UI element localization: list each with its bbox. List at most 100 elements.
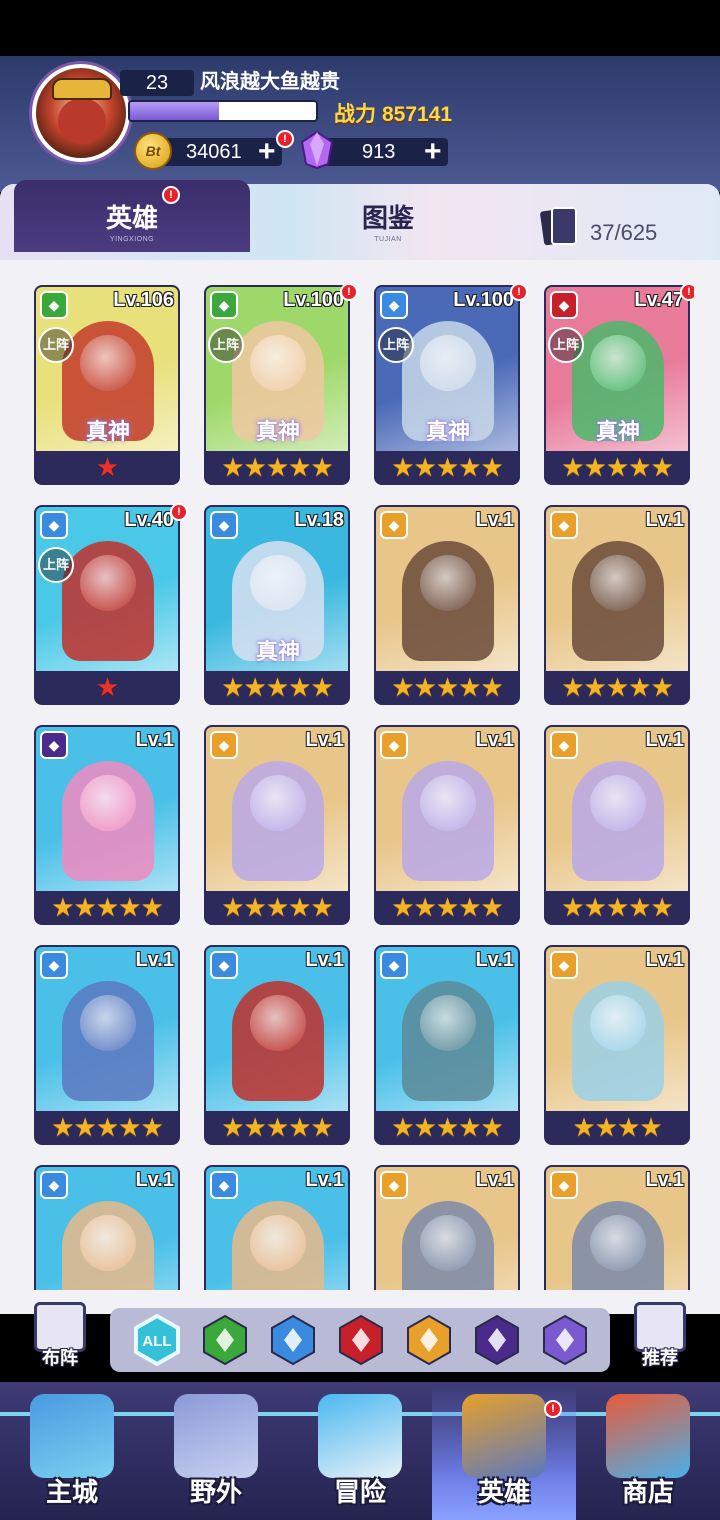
filter-blue-button[interactable] — [270, 1314, 316, 1366]
hero-stars: ★★★★★ — [206, 1111, 348, 1143]
star-icon: ★ — [605, 452, 629, 482]
nav-item-1[interactable]: 野外 — [144, 1384, 288, 1520]
hero-card[interactable]: ◆ Lv.100 上阵 真神 ★★★★★ — [374, 285, 520, 485]
nav-label: 主城 — [45, 1477, 98, 1507]
nav-icon — [318, 1394, 402, 1478]
star-icon: ★ — [458, 892, 481, 922]
hero-card[interactable]: ◆Lv.1★★★★★ — [34, 725, 180, 925]
hero-card[interactable]: ◆Lv.1★★★★★ — [204, 725, 350, 925]
hero-level: Lv.1 — [475, 949, 514, 971]
filter-orange-button[interactable] — [406, 1314, 452, 1366]
hero-alert-badge: ! — [340, 285, 358, 301]
hero-card[interactable]: ◆ Lv.100 上阵 真神 ★★★★★ — [204, 285, 350, 485]
star-icon: ★ — [605, 672, 629, 702]
faction-orange-icon: ◆ — [550, 511, 578, 539]
hero-card[interactable]: ◆ Lv.40 上阵 ★ — [34, 505, 180, 705]
add-gem-button[interactable]: + — [424, 137, 442, 167]
formation-button[interactable]: 布阵 — [28, 1302, 92, 1374]
hero-head — [590, 555, 646, 611]
coin-alert-badge: ! — [276, 130, 294, 148]
star-icon: ★ — [435, 1112, 459, 1142]
star-icon: ★ — [413, 892, 437, 922]
gem-icon — [300, 130, 334, 170]
hero-level: Lv.1 — [305, 949, 344, 971]
star-icon: ★ — [288, 1112, 311, 1142]
combat-power-value: 857141 — [382, 103, 453, 126]
star-icon: ★ — [243, 1112, 267, 1142]
filter-all-button[interactable]: ALL — [134, 1313, 180, 1367]
hero-stars: ★★★★★ — [36, 891, 178, 923]
hero-card[interactable]: ◆ Lv.106 上阵 真神 ★ — [34, 285, 180, 485]
hero-level: Lv.106 — [113, 289, 174, 311]
filter-purple-icon — [543, 1314, 587, 1366]
status-bar — [0, 0, 720, 56]
hero-card[interactable]: ◆ Lv.47 上阵 真神 ★★★★★ — [544, 285, 690, 485]
hero-head — [80, 775, 136, 831]
nav-item-2[interactable]: 冒险 — [288, 1384, 432, 1520]
filter-dark-button[interactable] — [474, 1314, 520, 1366]
nav-item-4[interactable]: 商店 — [576, 1384, 720, 1520]
hero-head — [420, 555, 476, 611]
hero-grid: ◆ Lv.106 上阵 真神 ★ ◆ Lv.100 上阵 真神 ★★★★★! ◆ Lv.100 上阵 真神… — [34, 285, 694, 1290]
nav-item-3[interactable]: 英雄! — [432, 1384, 576, 1520]
svg-text:ALL: ALL — [142, 1333, 171, 1350]
nav-label: 商店 — [621, 1477, 674, 1507]
hero-card[interactable]: ◆Lv.1★★★★★ — [374, 725, 520, 925]
nav-item-0[interactable]: 主城 — [0, 1384, 144, 1520]
star-icon: ★ — [140, 1112, 163, 1142]
faction-red-icon: ◆ — [550, 291, 578, 319]
hero-level: Lv.47 — [634, 289, 684, 311]
player-avatar[interactable] — [32, 64, 130, 162]
hero-card[interactable]: ◆Lv.1★★★★★ — [204, 945, 350, 1145]
hero-card[interactable]: ◆ Lv.1 ★★★★ — [544, 945, 690, 1145]
star-icon: ★ — [310, 672, 333, 702]
hero-head — [420, 335, 476, 391]
hero-card[interactable]: ◆Lv.1★★★★★ — [544, 505, 690, 705]
star-icon: ★ — [310, 452, 333, 482]
recommend-button[interactable]: 推荐 — [628, 1302, 692, 1374]
hero-level: Lv.1 — [135, 949, 174, 971]
hero-card[interactable]: ◆Lv.1★★★★★ — [374, 1165, 520, 1290]
gem-value: 913 — [362, 141, 396, 163]
hero-level: Lv.1 — [475, 729, 514, 751]
faction-green-icon: ◆ — [210, 291, 238, 319]
filter-red-button[interactable] — [338, 1314, 384, 1366]
awaken-badge: 真神 — [85, 419, 130, 444]
hero-card[interactable]: ◆Lv.1★★★★★ — [34, 1165, 180, 1290]
hero-card[interactable]: ◆Lv.1★★★★★ — [374, 505, 520, 705]
player-name: 风浪越大鱼越贵 — [200, 71, 340, 93]
nav-label: 野外 — [189, 1477, 242, 1507]
filter-green-icon — [203, 1314, 247, 1366]
faction-blue-icon: ◆ — [380, 951, 408, 979]
hero-head — [590, 1215, 646, 1271]
star-icon: ★ — [95, 452, 119, 482]
faction-blue-icon: ◆ — [380, 291, 408, 319]
hero-card[interactable]: ◆ Lv.18 真神 ★★★★★ — [204, 505, 350, 705]
hero-card[interactable]: ◆Lv.1★★★★★ — [374, 945, 520, 1145]
faction-orange-icon: ◆ — [550, 951, 578, 979]
tab-codex-label[interactable]: 图鉴 — [270, 198, 506, 235]
star-icon: ★ — [480, 452, 503, 482]
hero-head — [80, 995, 136, 1051]
hero-level: Lv.1 — [305, 1169, 344, 1191]
deployed-badge: 上阵 — [378, 327, 414, 363]
hero-card[interactable]: ◆Lv.1★★★★★ — [544, 1165, 690, 1290]
star-icon: ★ — [583, 672, 607, 702]
star-icon: ★ — [243, 672, 267, 702]
add-coin-button[interactable]: + — [258, 137, 276, 167]
hero-stars: ★★★★★ — [206, 891, 348, 923]
hero-card[interactable]: ◆Lv.1★★★★★ — [204, 1165, 350, 1290]
faction-orange-icon: ◆ — [380, 511, 408, 539]
hero-stars: ★★★★★ — [546, 451, 688, 483]
hero-head — [590, 775, 646, 831]
star-icon: ★ — [458, 1112, 481, 1142]
hero-card[interactable]: ◆Lv.1★★★★★ — [34, 945, 180, 1145]
hero-card[interactable]: ◆Lv.1★★★★★ — [544, 725, 690, 925]
filter-green-button[interactable] — [202, 1314, 248, 1366]
nav-icon — [462, 1394, 546, 1478]
filter-purple-button[interactable] — [542, 1314, 588, 1366]
star-icon: ★ — [480, 1112, 503, 1142]
star-icon: ★ — [310, 1112, 333, 1142]
faction-orange-icon: ◆ — [550, 1171, 578, 1199]
star-icon: ★ — [288, 452, 311, 482]
